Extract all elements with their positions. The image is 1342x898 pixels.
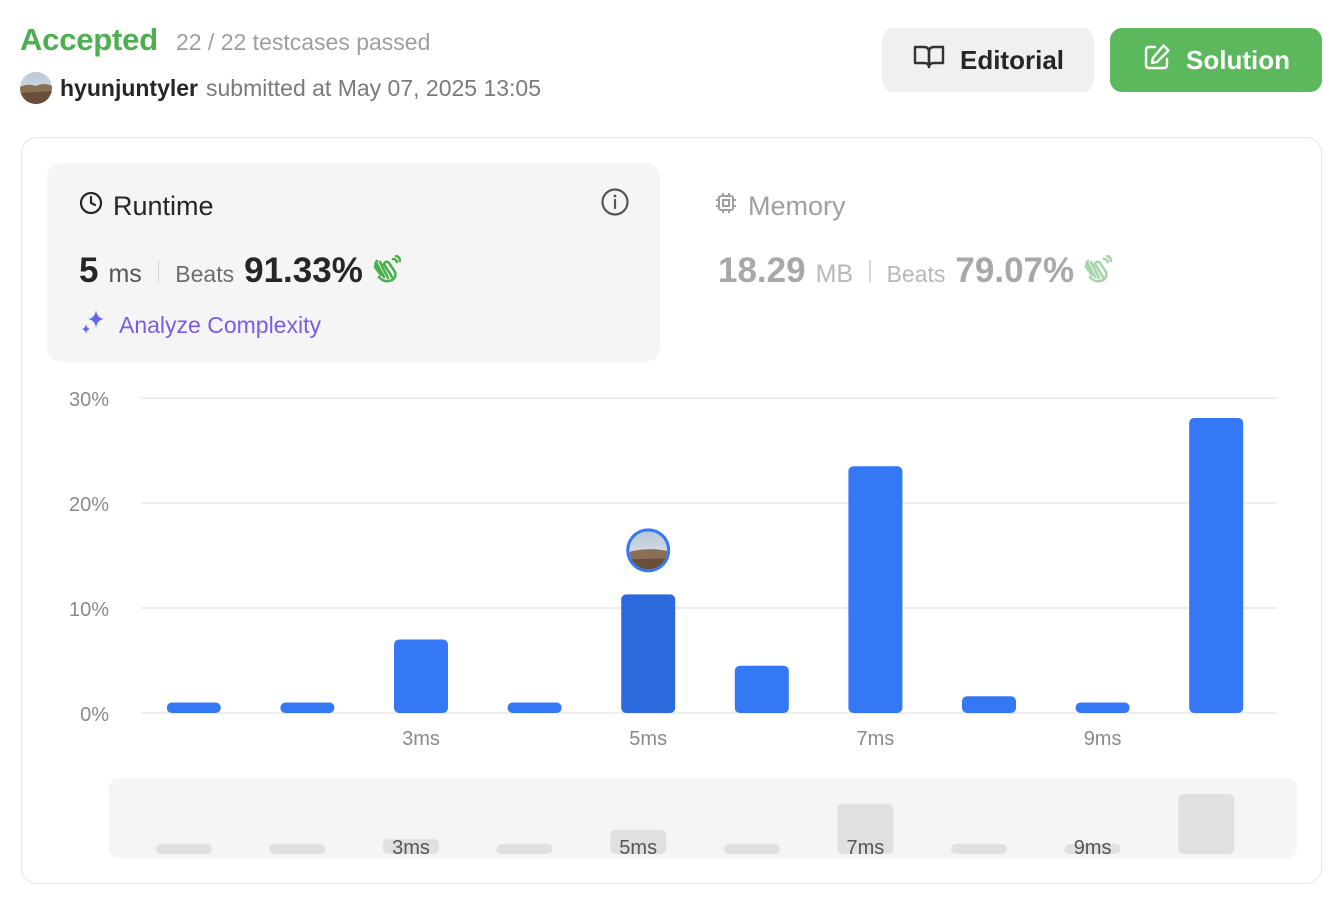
- submitted-time: submitted at May 07, 2025 13:05: [206, 74, 542, 101]
- y-tick-label: 0%: [80, 704, 109, 726]
- overview-tick-label: 5ms: [619, 837, 657, 859]
- overview-bar: [496, 844, 553, 854]
- chart-bar[interactable]: [280, 702, 335, 714]
- y-tick-label: 30%: [69, 389, 109, 411]
- y-tick-label: 20%: [69, 494, 109, 516]
- submission-header: Accepted 22 / 22 testcases passed hyunju…: [20, 22, 541, 104]
- overview-bar: [1178, 794, 1235, 854]
- overview-bar: [723, 844, 780, 854]
- user-position-marker[interactable]: [626, 528, 671, 573]
- overview-tick-label: 7ms: [847, 837, 885, 859]
- avatar[interactable]: [20, 72, 52, 104]
- book-icon: [912, 44, 946, 77]
- editorial-button[interactable]: Editorial: [882, 28, 1094, 92]
- x-tick-label: 7ms: [857, 728, 895, 750]
- solution-label: Solution: [1186, 44, 1290, 75]
- chart-bar[interactable]: [1075, 702, 1130, 714]
- overview-tick-label: 9ms: [1074, 837, 1112, 859]
- x-tick-label: 5ms: [629, 728, 667, 750]
- chart-bar[interactable]: [394, 639, 448, 714]
- editorial-label: Editorial: [959, 44, 1064, 75]
- chart-bar[interactable]: [1189, 417, 1244, 713]
- username-link[interactable]: hyunjuntyler: [60, 75, 198, 102]
- chart-bar[interactable]: [734, 665, 789, 713]
- overview-bar: [951, 844, 1007, 854]
- x-tick-label: 9ms: [1084, 728, 1122, 750]
- chart-bar[interactable]: [962, 696, 1016, 713]
- chart-bar[interactable]: [621, 594, 676, 713]
- chart-bar[interactable]: [166, 702, 221, 714]
- accepted-status: Accepted: [20, 22, 158, 57]
- edit-icon: [1142, 42, 1172, 79]
- overview-bar: [155, 844, 212, 854]
- solution-button[interactable]: Solution: [1110, 28, 1322, 92]
- overview-bar: [269, 844, 326, 854]
- overview-tick-label: 3ms: [392, 837, 430, 859]
- x-tick-label: 3ms: [402, 728, 440, 750]
- y-tick-label: 10%: [69, 599, 109, 621]
- chart-bar[interactable]: [507, 702, 562, 714]
- result-card: Runtime 5 ms Beats 91.33% Analyze Comple…: [21, 137, 1322, 884]
- runtime-distribution-chart: 0% 10% 20% 30% 3ms 5ms 7ms 9ms 3ms 5ms 7ms 9ms: [69, 389, 1297, 859]
- chart-bar[interactable]: [848, 466, 903, 713]
- testcases-count: 22 / 22 testcases passed: [175, 29, 431, 55]
